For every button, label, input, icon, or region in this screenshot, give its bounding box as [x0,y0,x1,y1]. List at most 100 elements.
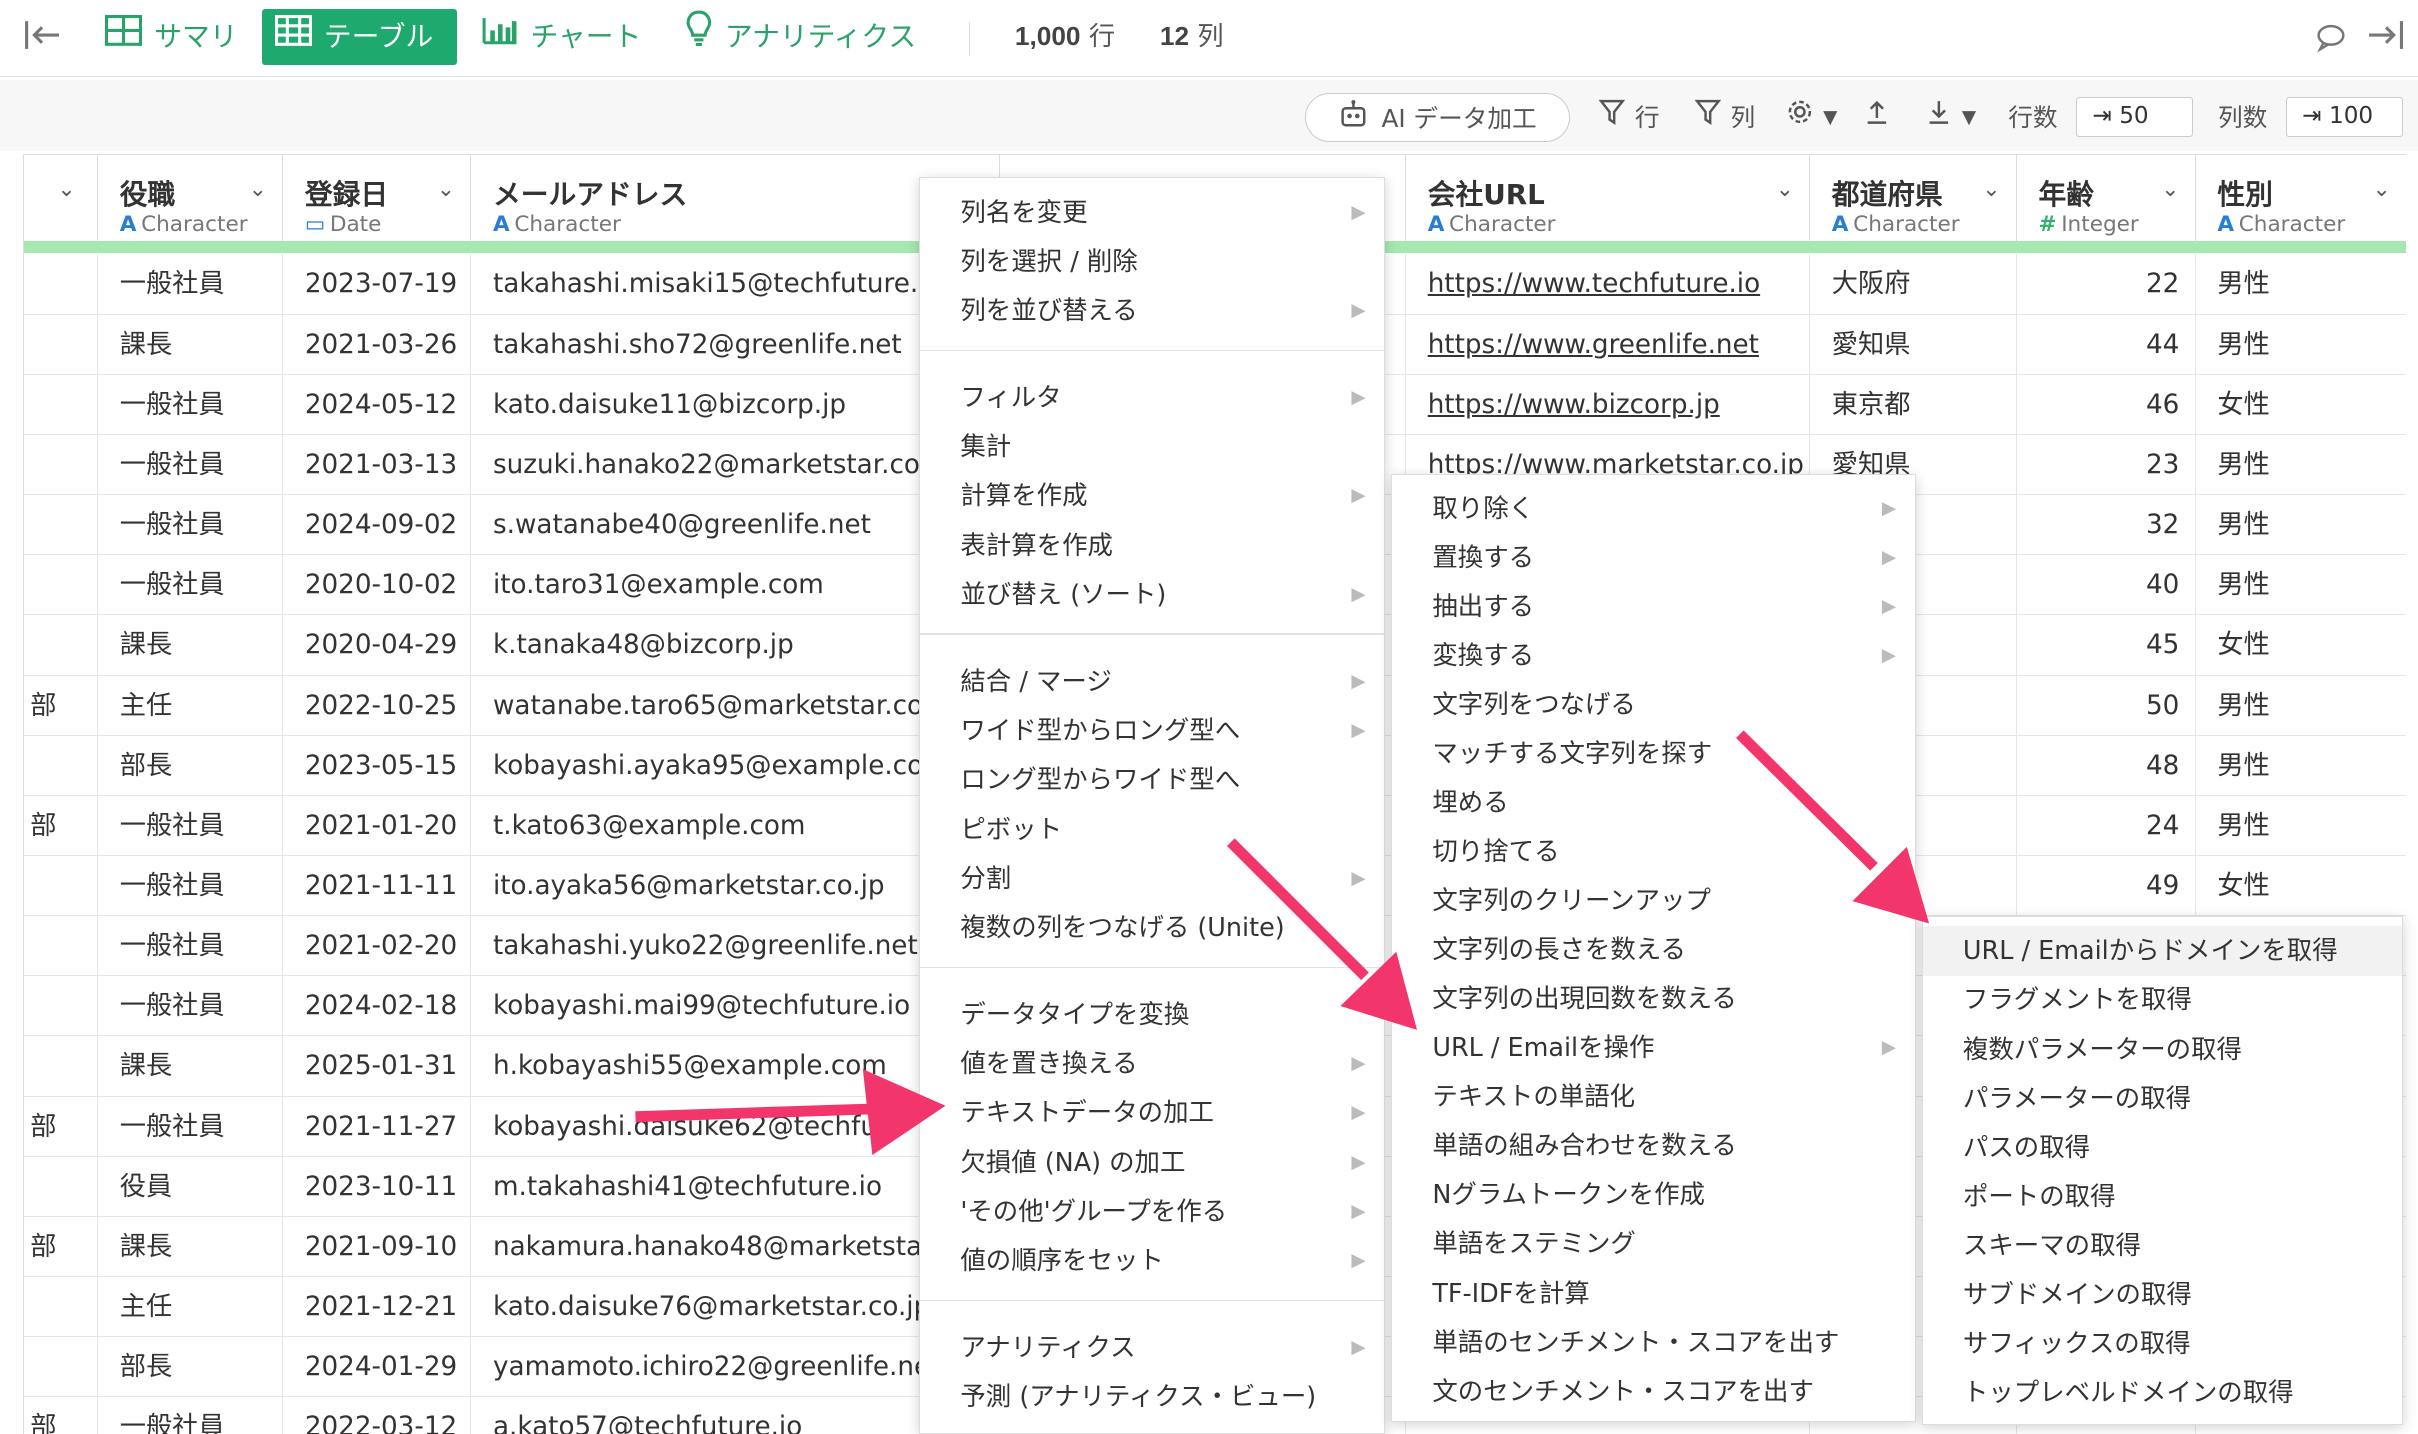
menu-item[interactable]: 切り捨てる [1392,827,1914,876]
chevron-down-icon[interactable]: ⌄ [249,177,267,202]
menu-item[interactable]: 並び替え (ソート) ▶ [920,570,1384,619]
table-cell[interactable]: 女性 [2196,856,2407,917]
menu-item[interactable]: 列を並び替える ▶ [920,286,1384,335]
table-cell[interactable] [24,916,99,977]
table-cell[interactable]: 一般社員 [98,1096,284,1157]
table-cell[interactable]: 主任 [98,1277,284,1338]
menu-item[interactable]: テキストの単語化 [1392,1072,1914,1121]
table-cell[interactable]: 一般社員 [98,434,284,496]
menu-item[interactable]: パスの取得 [1923,1123,2402,1172]
table-cell[interactable] [24,254,99,315]
tab-chart[interactable]: チャート [469,9,654,65]
table-cell[interactable]: 2020-10-02 [283,555,472,616]
menu-item[interactable]: 複数パラメーターの取得 [1923,1025,2402,1074]
table-cell[interactable] [24,615,99,676]
table-cell[interactable]: 一般社員 [98,555,284,616]
menu-item[interactable]: パラメーターの取得 [1923,1074,2402,1123]
table-cell[interactable]: 一般社員 [98,856,284,917]
menu-item[interactable]: 予測 (アナリティクス・ビュー) [920,1372,1384,1421]
upload-button[interactable] [1863,96,1891,139]
menu-item[interactable]: 取り除く ▶ [1392,484,1914,533]
table-cell[interactable] [24,1036,99,1097]
table-cell[interactable]: 2022-10-25 [283,675,472,736]
menu-item[interactable]: ロング型からワイド型へ [920,755,1384,804]
table-cell[interactable]: 一般社員 [98,916,284,977]
menu-item[interactable]: 抽出する ▶ [1392,582,1914,631]
menu-item[interactable]: 値を置き換える ▶ [920,1039,1384,1088]
table-cell[interactable]: 部 [24,1397,99,1434]
table-cell[interactable]: 課長 [98,1036,284,1097]
settings-dropdown[interactable]: ▼ [1786,96,1837,139]
table-cell[interactable]: https://www.techfuture.io [1406,254,1811,315]
table-cell[interactable]: 50 [2017,675,2196,736]
table-cell[interactable]: 愛知県 [1810,314,2017,375]
table-cell[interactable]: 東京都 [1810,374,2017,435]
chevron-down-icon[interactable]: ⌄ [2161,177,2179,202]
table-cell[interactable]: 男性 [2196,495,2407,556]
table-cell[interactable]: https://www.greenlife.net [1406,314,1811,375]
table-cell[interactable]: 2021-03-13 [283,434,472,496]
table-cell[interactable] [24,976,99,1037]
table-cell[interactable] [24,495,99,556]
table-cell[interactable]: 課長 [98,314,284,375]
column-header[interactable]: ⌄ [24,154,99,244]
menu-item[interactable]: 結合 / マージ ▶ [920,657,1384,706]
table-cell[interactable]: 2021-01-20 [283,795,472,856]
menu-item[interactable]: 単語のセンチメント・スコアを出す [1392,1318,1914,1367]
menu-item[interactable]: フラグメントを取得 [1923,975,2402,1024]
menu-item[interactable]: 文字列の長さを数える [1392,925,1914,974]
chevron-down-icon[interactable]: ⌄ [57,177,75,202]
column-filter-button[interactable]: 列 [1694,96,1755,139]
tab-table[interactable]: テーブル [262,9,457,65]
table-cell[interactable]: 22 [2017,254,2196,315]
table-cell[interactable]: 部 [24,1216,99,1278]
column-header[interactable]: 役職 A Character ⌄ [98,154,284,244]
menu-item[interactable]: データタイプを変換 [920,990,1384,1039]
menu-item[interactable]: URL / Emailからドメインを取得 [1922,926,2403,976]
tab-analytics[interactable]: アナリティクス [672,9,928,65]
table-cell[interactable]: 男性 [2196,314,2407,375]
table-cell[interactable] [24,555,99,616]
menu-item[interactable]: 変換する ▶ [1392,631,1914,680]
column-header[interactable]: 都道府県 A Character ⌄ [1810,154,2017,244]
menu-item[interactable]: 欠損値 (NA) の加工 ▶ [920,1138,1384,1187]
table-cell[interactable] [24,1277,99,1338]
menu-item[interactable]: 集計 [920,422,1384,471]
menu-item[interactable]: テキストデータの加工 ▶ [920,1088,1384,1137]
menu-item[interactable]: 文のセンチメント・スコアを出す [1392,1367,1914,1416]
menu-item[interactable]: 計算を作成 ▶ [920,471,1384,520]
table-cell[interactable]: 2024-09-02 [283,495,472,556]
menu-item[interactable]: サブドメインの取得 [1923,1270,2402,1319]
table-cell[interactable]: 2023-07-19 [283,254,472,315]
menu-item[interactable]: 埋める [1392,778,1914,827]
menu-item[interactable]: TF-IDFを計算 [1392,1269,1914,1318]
rows-input[interactable]: ⇥ 50 [2076,97,2194,138]
table-cell[interactable]: 一般社員 [98,495,284,556]
table-cell[interactable]: 23 [2017,434,2196,496]
table-cell[interactable]: 課長 [98,1216,284,1278]
table-cell[interactable]: 女性 [2196,374,2407,435]
table-cell[interactable]: 48 [2017,735,2196,796]
table-cell[interactable]: 2024-02-18 [283,976,472,1037]
table-cell[interactable]: 部 [24,1096,99,1157]
chevron-down-icon[interactable]: ⌄ [1982,177,2000,202]
row-filter-button[interactable]: 行 [1598,96,1660,139]
menu-item[interactable]: マッチする文字列を探す [1392,729,1914,778]
menu-item[interactable]: 単語の組み合わせを数える [1392,1121,1914,1170]
table-cell[interactable]: 2024-01-29 [283,1337,472,1398]
menu-item[interactable]: 複数の列をつなげる (Unite) [920,903,1384,952]
menu-item[interactable]: 'その他'グループを作る ▶ [920,1187,1384,1236]
table-cell[interactable]: 男性 [2196,434,2407,496]
table-cell[interactable]: 一般社員 [98,1397,284,1434]
column-header[interactable]: 会社URL A Character ⌄ [1406,154,1811,244]
menu-item[interactable]: サフィックスの取得 [1923,1319,2402,1368]
table-cell[interactable]: 一般社員 [98,254,284,315]
table-cell[interactable]: 2025-01-31 [283,1036,472,1097]
tab-summary[interactable]: サマリ [93,9,250,65]
chevron-down-icon[interactable]: ⌄ [2373,177,2391,202]
menu-item[interactable]: ワイド型からロング型へ ▶ [920,706,1384,755]
menu-item[interactable]: アナリティクス ▶ [920,1323,1384,1372]
table-cell[interactable]: 2021-11-11 [283,856,472,917]
menu-item[interactable]: Nグラムトークンを作成 [1392,1170,1914,1219]
menu-item[interactable]: トップレベルドメインの取得 [1923,1368,2402,1417]
